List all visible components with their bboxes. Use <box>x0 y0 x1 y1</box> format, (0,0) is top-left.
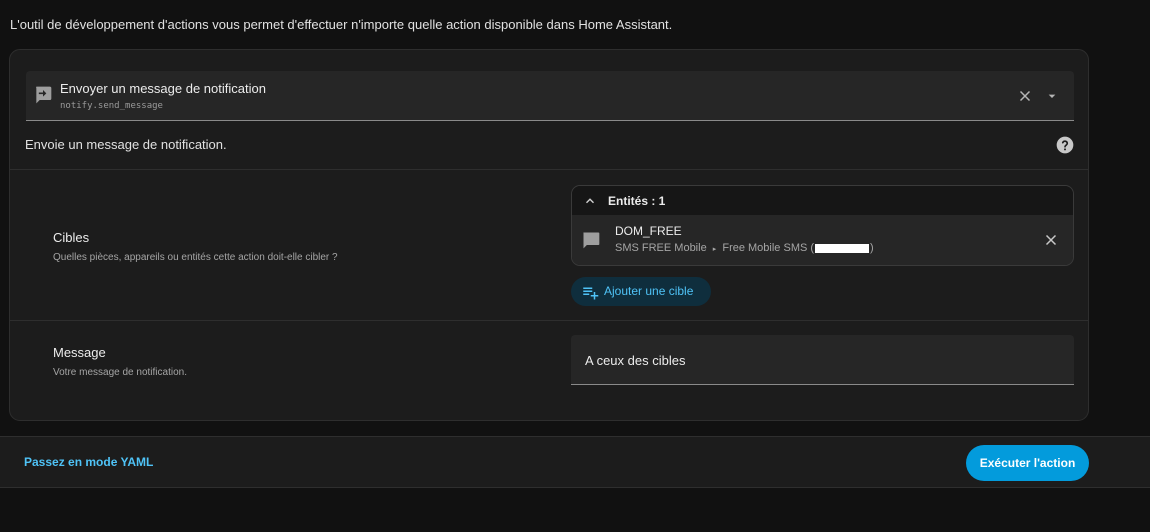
targets-field-title: Cibles <box>53 230 90 245</box>
action-card: Envoyer un message de notification notif… <box>9 49 1089 421</box>
notification-arrow-icon <box>36 86 52 104</box>
divider <box>10 320 1088 321</box>
yaml-mode-link[interactable]: Passez en mode YAML <box>24 455 153 469</box>
entity-name: DOM_FREE <box>615 224 682 238</box>
chevron-up-icon[interactable] <box>583 194 597 208</box>
intro-text: L'outil de développement d'actions vous … <box>10 17 673 32</box>
path-separator-icon: ▸ <box>712 246 717 253</box>
run-action-button[interactable]: Exécuter l'action <box>966 445 1089 481</box>
message-input[interactable] <box>585 350 1055 370</box>
footer-bar: Passez en mode YAML Exécuter l'action <box>0 436 1150 488</box>
action-picker[interactable]: Envoyer un message de notification notif… <box>26 71 1074 121</box>
entity-path: SMS FREE Mobile ▸ Free Mobile SMS () <box>615 242 874 254</box>
targets-panel: Entités : 1 DOM_FREE SMS FREE Mobile ▸ F… <box>571 185 1074 266</box>
add-target-button[interactable]: Ajouter une cible <box>571 277 711 306</box>
targets-count: Entités : 1 <box>608 194 666 208</box>
entity-integration: Free Mobile SMS ( <box>722 242 815 254</box>
playlist-add-icon <box>583 287 599 300</box>
divider <box>10 169 1088 170</box>
close-icon[interactable] <box>1042 231 1060 249</box>
caret-down-icon[interactable] <box>1044 88 1060 104</box>
redacted-mask <box>815 243 870 253</box>
close-icon[interactable] <box>1016 87 1034 105</box>
targets-header[interactable]: Entités : 1 <box>572 186 1073 215</box>
message-icon <box>583 232 600 249</box>
target-entity-row[interactable]: DOM_FREE SMS FREE Mobile ▸ Free Mobile S… <box>572 215 1073 265</box>
entity-integration-suffix: ) <box>870 242 874 254</box>
targets-field-description: Quelles pièces, appareils ou entités cet… <box>53 252 338 263</box>
message-field[interactable] <box>571 335 1074 385</box>
action-title: Envoyer un message de notification <box>60 81 266 96</box>
message-field-description: Votre message de notification. <box>53 367 187 378</box>
action-service-id: notify.send_message <box>60 101 163 111</box>
add-target-label: Ajouter une cible <box>604 284 694 298</box>
entity-device: SMS FREE Mobile <box>615 242 707 254</box>
help-icon[interactable] <box>1055 135 1075 155</box>
action-description: Envoie un message de notification. <box>25 137 227 152</box>
message-field-title: Message <box>53 345 106 360</box>
